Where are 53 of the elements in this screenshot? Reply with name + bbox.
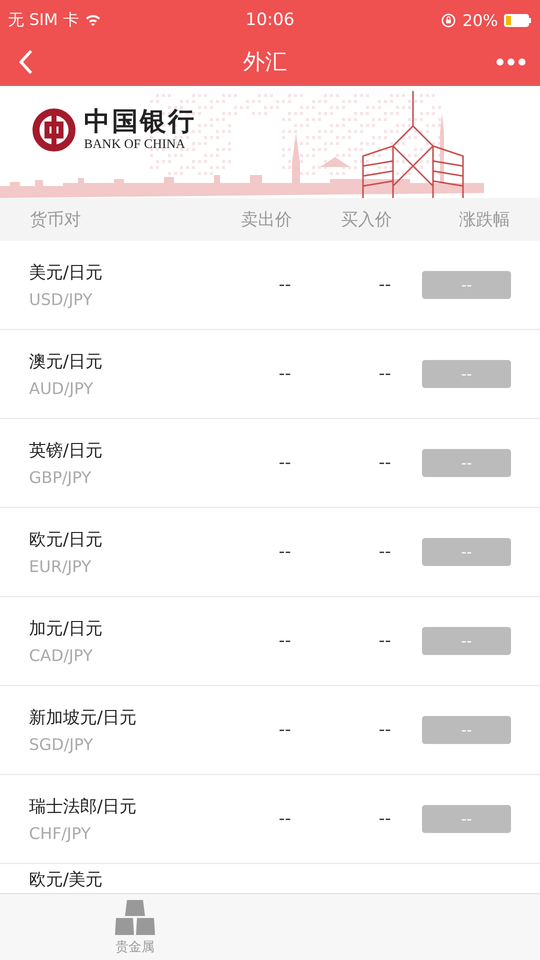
change-badge: -- [422,360,511,388]
currency-pair-code: USD/JPY [29,290,94,309]
bank-name: 中国银行 [84,108,196,136]
currency-pair-name: 欧元/美元 [29,870,103,890]
buy-price: -- [378,275,392,295]
sell-price: -- [278,275,292,295]
change-badge: -- [422,627,511,655]
currency-pair-name: 欧元/日元 [29,529,104,551]
currency-pair-name: 澳元/日元 [29,351,104,373]
currency-pair-name: 瑞士法郎/日元 [29,796,138,818]
more-button[interactable] [496,58,526,66]
buy-price: -- [378,364,392,384]
carrier-text: 无 SIM 卡 [8,10,79,30]
page-title: 外汇 [243,48,287,76]
currency-pair-code: CAD/JPY [29,646,94,665]
sell-price: -- [278,631,292,651]
currency-pair-name: 加元/日元 [29,618,104,640]
change-badge: -- [422,449,511,477]
sell-price: -- [278,809,292,829]
back-button[interactable] [18,48,34,74]
currency-pair-code: CHF/JPY [29,824,92,843]
ingot-stack-icon [115,898,155,936]
buy-price: -- [378,809,392,829]
sell-price: -- [278,542,292,562]
currency-pair-code: SGD/JPY [29,735,94,754]
column-header: 涨跌幅 [458,209,510,231]
sell-price: -- [278,453,292,473]
buy-price: -- [378,542,392,562]
change-badge: -- [422,716,511,744]
column-header: 货币对 [30,209,82,231]
buy-price: -- [378,631,392,651]
wifi-icon [84,14,101,26]
buy-price: -- [378,453,392,473]
change-badge: -- [422,271,511,299]
column-header: 卖出价 [240,209,292,231]
buy-price: -- [378,720,392,740]
sell-price: -- [278,720,292,740]
currency-pair-name: 英镑/日元 [29,440,104,462]
change-badge: -- [422,538,511,566]
battery-text: 20% [462,10,498,30]
column-header: 买入价 [340,209,392,231]
bank-name-english: BANK OF CHINA [84,136,186,152]
change-badge: -- [422,805,511,833]
clock-text: 10:06 [246,10,294,30]
rotation-lock-icon [441,12,456,28]
currency-pair-name: 新加坡元/日元 [29,707,138,729]
currency-pair-code: AUD/JPY [29,379,94,398]
battery-icon [504,14,532,26]
currency-pair-code: EUR/JPY [29,557,92,576]
currency-pair-code: GBP/JPY [29,468,92,487]
currency-pair-name: 美元/日元 [29,262,104,284]
bank-logo-icon [32,108,76,152]
sell-price: -- [278,364,292,384]
